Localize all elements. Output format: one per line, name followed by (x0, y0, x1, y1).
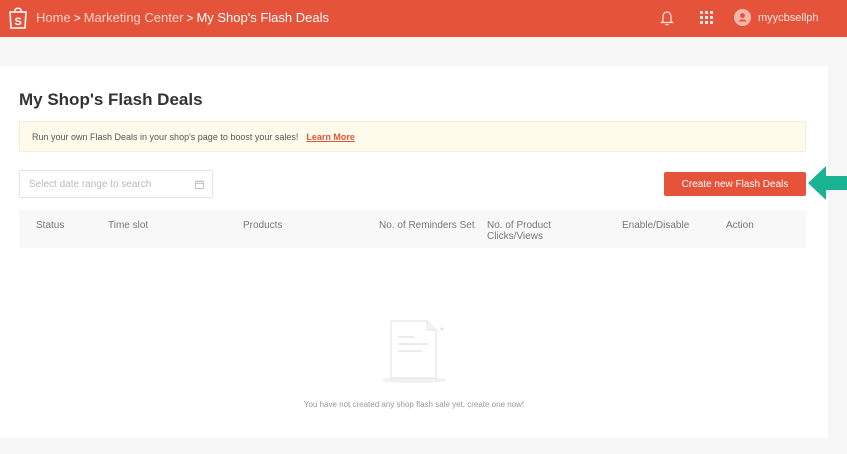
breadcrumb: Home > Marketing Center > My Shop's Flas… (36, 10, 329, 25)
column-header-action: Action (726, 220, 754, 231)
date-range-input[interactable] (29, 178, 189, 190)
top-navigation-bar: S Home > Marketing Center > My Shop's Fl… (0, 0, 847, 37)
column-header-enable-disable: Enable/Disable (622, 220, 690, 231)
breadcrumb-separator: > (73, 10, 81, 25)
date-range-field[interactable] (19, 170, 213, 198)
empty-document-icon (381, 320, 447, 383)
breadcrumb-current: My Shop's Flash Deals (196, 10, 329, 25)
breadcrumb-home[interactable]: Home (36, 10, 71, 25)
info-banner: Run your own Flash Deals in your shop's … (19, 121, 806, 152)
bell-icon[interactable] (660, 10, 674, 26)
create-new-flash-deals-button[interactable]: Create new Flash Deals (664, 172, 806, 196)
scrollbar-track[interactable] (828, 66, 847, 438)
empty-state-message: You have not created any shop flash sale… (303, 400, 525, 409)
table-header: Status Time slot Products No. of Reminde… (19, 210, 806, 248)
banner-text: Run your own Flash Deals in your shop's … (32, 131, 299, 142)
column-header-time-slot: Time slot (108, 220, 149, 231)
user-avatar-icon[interactable] (734, 9, 751, 26)
svg-text:S: S (14, 16, 21, 28)
apps-grid-icon[interactable] (700, 11, 713, 24)
shopee-bag-icon[interactable]: S (8, 5, 28, 29)
column-header-reminders: No. of Reminders Set (379, 220, 475, 231)
column-header-products: Products (243, 220, 283, 231)
learn-more-link[interactable]: Learn More (306, 132, 355, 142)
column-header-status: Status (36, 220, 65, 231)
column-header-clicks-line2: Clicks/Views (487, 231, 543, 242)
breadcrumb-separator: > (186, 10, 194, 25)
calendar-icon[interactable] (195, 180, 204, 189)
annotation-arrow-icon (808, 166, 847, 200)
column-header-clicks-line1: No. of Product (487, 220, 551, 231)
page-title: My Shop's Flash Deals (19, 90, 203, 109)
username-label[interactable]: myycbsellph (758, 12, 819, 24)
breadcrumb-marketing-center[interactable]: Marketing Center (84, 10, 184, 25)
column-header-clicks-views: No. of Product Clicks/Views (487, 220, 551, 242)
